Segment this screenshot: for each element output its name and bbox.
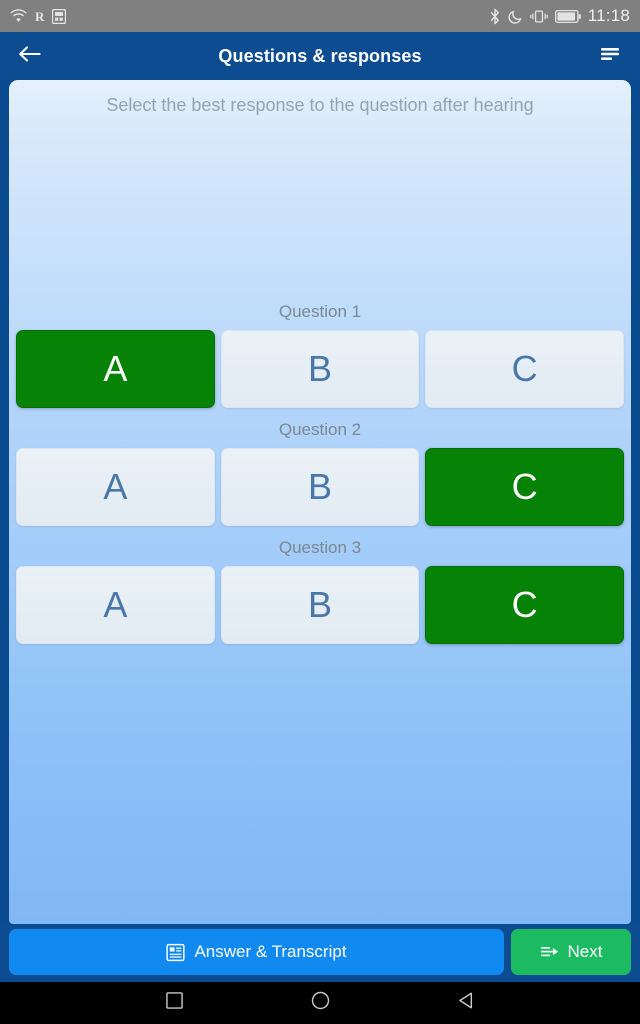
choice-button-b[interactable]: B	[220, 330, 420, 408]
content-area: Select the best response to the question…	[0, 80, 640, 924]
triangle-back-icon	[457, 991, 475, 1015]
choice-row: A B C	[9, 448, 631, 526]
phone-screen: R 11:18 Questions & responses Select the…	[0, 0, 640, 1024]
menu-icon	[600, 46, 620, 67]
arrow-forward-icon	[540, 944, 559, 961]
page-title: Questions & responses	[218, 45, 422, 66]
article-icon	[166, 943, 186, 962]
answer-transcript-button[interactable]: Answer & Transcript	[9, 929, 504, 975]
status-bar-right-icons: 11:18	[489, 6, 630, 26]
next-label: Next	[567, 942, 603, 961]
status-bar-clock: 11:18	[587, 6, 630, 25]
android-nav-bar	[0, 982, 640, 1024]
circle-icon	[311, 991, 330, 1015]
square-icon	[165, 992, 183, 1014]
answer-transcript-label: Answer & Transcript	[194, 942, 347, 961]
next-button[interactable]: Next	[511, 929, 631, 975]
question-card: Select the best response to the question…	[9, 80, 631, 924]
recents-button[interactable]	[157, 986, 191, 1020]
bluetooth-icon	[489, 8, 501, 25]
menu-button[interactable]	[594, 40, 626, 72]
choice-button-b[interactable]: B	[220, 448, 420, 526]
arrow-left-icon	[17, 43, 43, 70]
choice-button-c[interactable]: C	[425, 448, 625, 526]
back-button[interactable]	[14, 40, 46, 72]
roaming-indicator: R	[35, 8, 45, 24]
choice-row: A B C	[9, 330, 631, 408]
back-nav-button[interactable]	[449, 986, 483, 1020]
choice-button-c[interactable]: C	[425, 566, 625, 644]
choice-button-a[interactable]: A	[16, 330, 215, 408]
question-label: Question 1	[278, 302, 362, 321]
status-bar: R 11:18	[0, 0, 640, 32]
app-bar: Questions & responses	[0, 32, 640, 80]
wifi-icon	[10, 9, 27, 23]
choice-button-a[interactable]: A	[16, 566, 215, 644]
questions-list: Question 1 A B C Question 2 A B C Questi…	[9, 296, 631, 650]
question-block: Question 1 A B C	[9, 296, 631, 408]
action-bar: Answer & Transcript Next	[0, 924, 640, 982]
question-block: Question 3 A B C	[9, 532, 631, 644]
status-bar-left-icons: R	[10, 8, 67, 24]
choice-row: A B C	[9, 566, 631, 644]
choice-button-b[interactable]: B	[220, 566, 420, 644]
question-block: Question 2 A B C	[9, 414, 631, 526]
vibrate-icon	[529, 9, 548, 24]
instruction-text: Select the best response to the question…	[106, 95, 534, 115]
sim-card-icon	[52, 8, 67, 24]
question-label: Question 3	[278, 538, 362, 557]
home-button[interactable]	[303, 986, 337, 1020]
choice-button-a[interactable]: A	[16, 448, 215, 526]
do-not-disturb-moon-icon	[508, 9, 523, 24]
question-label: Question 2	[278, 420, 362, 439]
choice-button-c[interactable]: C	[425, 330, 625, 408]
battery-icon	[554, 9, 581, 23]
